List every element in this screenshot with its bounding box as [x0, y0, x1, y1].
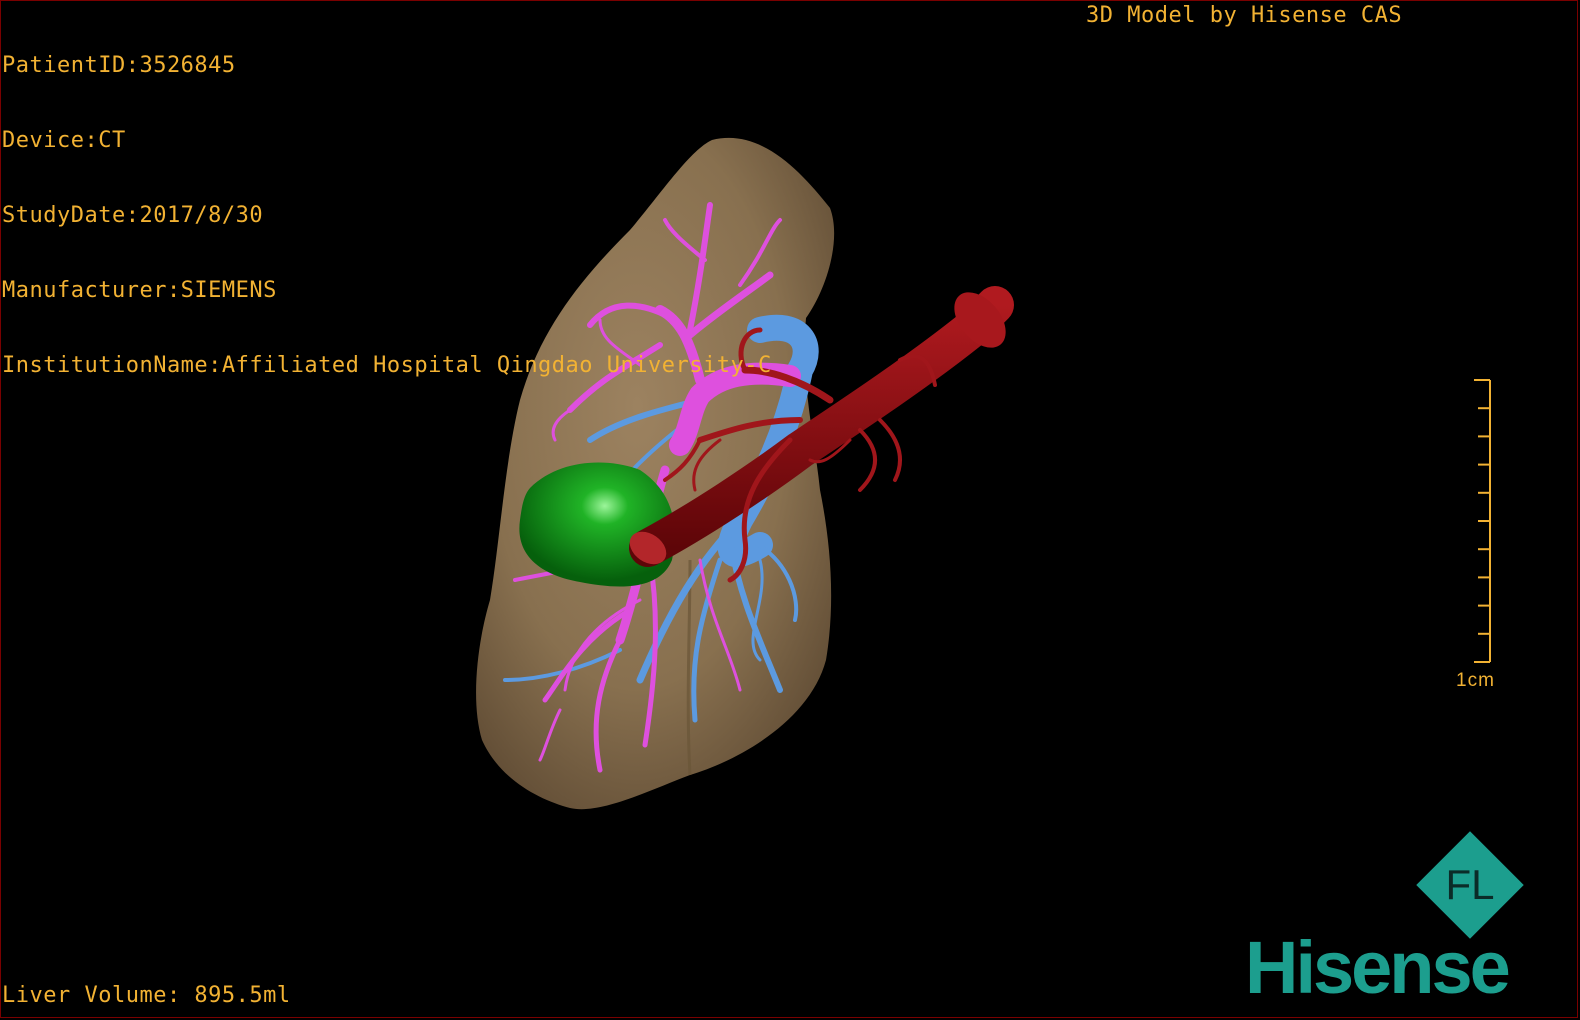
liver-volume-text: Liver Volume: 895.5ml — [2, 983, 291, 1008]
liver-fissure — [686, 559, 692, 776]
study-date-text: StudyDate:2017/8/30 — [2, 203, 264, 228]
patient-id-text: PatientID:3526845 — [2, 53, 236, 78]
manufacturer-text: Manufacturer:SIEMENS — [2, 278, 277, 303]
model-attribution-text: 3D Model by Hisense CAS — [1086, 3, 1403, 28]
fl-badge-icon: FL — [1416, 831, 1524, 939]
hisense-brand-text: Hisense — [1245, 926, 1511, 1009]
scale-bar-label: 1cm — [1456, 670, 1495, 691]
institution-name-text: InstitutionName:Affiliated Hospital Qing… — [2, 353, 772, 378]
dicom-info-overlay: PatientID:3526845 Device:CT StudyDate:20… — [2, 3, 772, 403]
fl-badge-text: FL — [1445, 861, 1494, 908]
device-text: Device:CT — [2, 128, 126, 153]
scale-bar — [1474, 379, 1491, 663]
